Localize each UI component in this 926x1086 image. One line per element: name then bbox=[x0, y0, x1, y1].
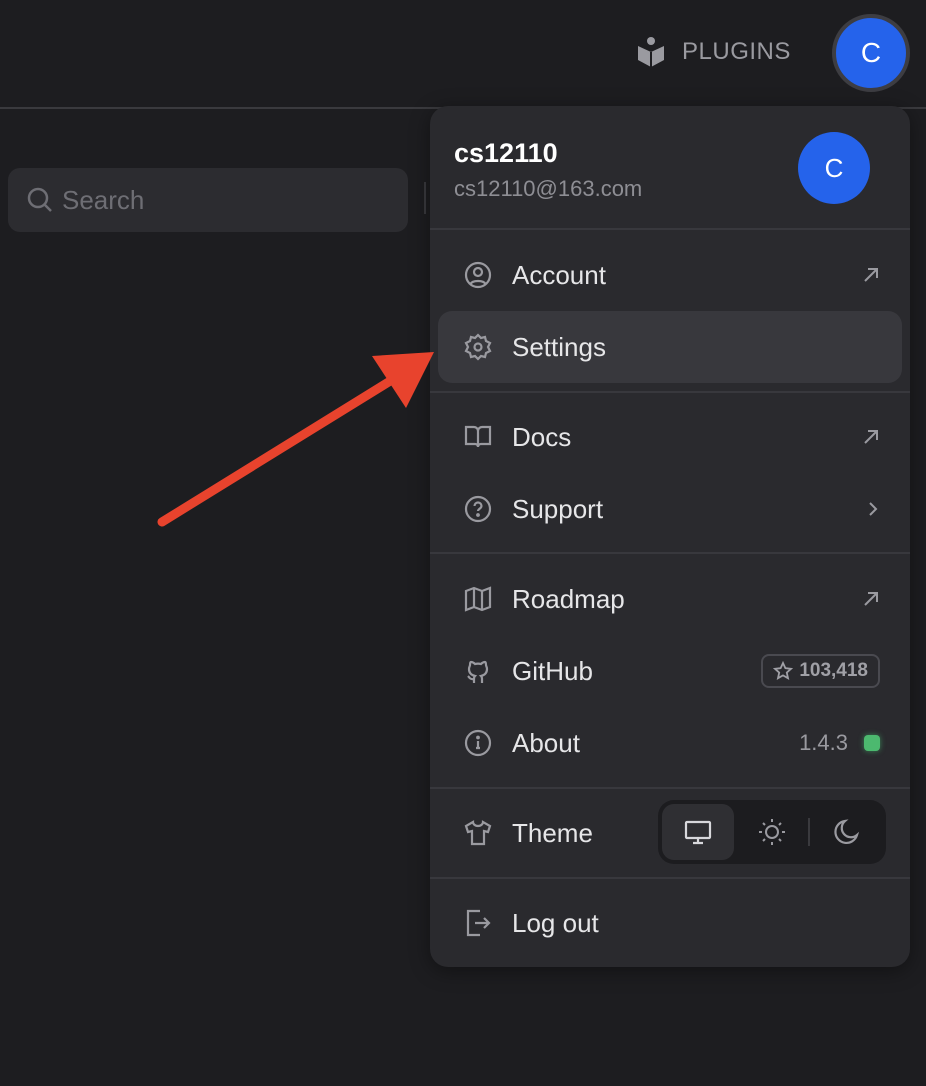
annotation-arrow-icon bbox=[157, 352, 434, 527]
